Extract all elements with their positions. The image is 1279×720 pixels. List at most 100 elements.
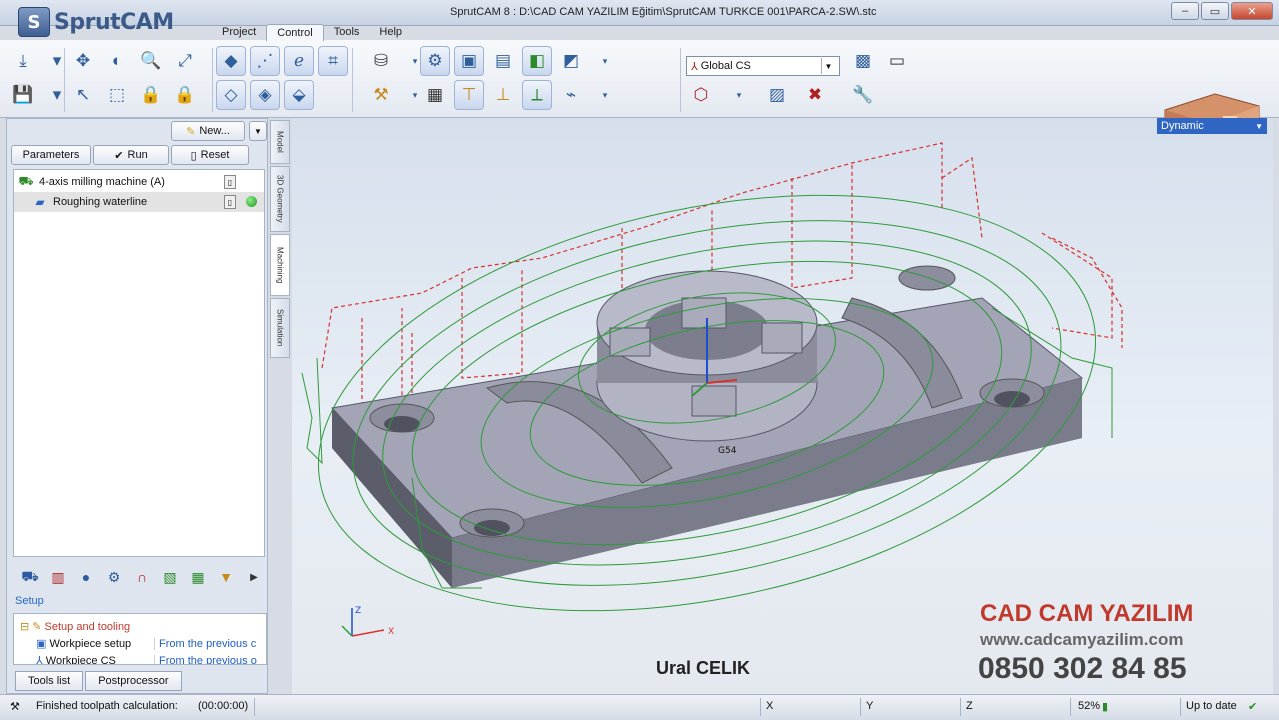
setup-row[interactable]: ▣ Workpiece setup From the previous c bbox=[14, 635, 266, 652]
tool-assembly-icon[interactable]: ⊥ bbox=[488, 80, 518, 110]
tab-postprocessor[interactable]: Postprocessor bbox=[85, 671, 182, 691]
tab-machining[interactable]: Machining bbox=[270, 234, 290, 296]
tab-model[interactable]: Model bbox=[270, 120, 290, 164]
machine-icon: ⛟ bbox=[18, 174, 34, 188]
setup-row[interactable]: ⊟ ✎ Setup and tooling bbox=[14, 618, 266, 635]
setup-row-value[interactable]: From the previous o bbox=[154, 654, 266, 664]
cylinder-icon[interactable]: ⛁ bbox=[366, 46, 396, 76]
pdf-export-icon[interactable]: ⬡ bbox=[686, 80, 716, 110]
toolbar-separator bbox=[352, 48, 353, 112]
app-logo: S SprutCAM bbox=[18, 3, 208, 41]
status-separator bbox=[860, 698, 861, 716]
tool-icon[interactable]: ⚒ bbox=[366, 80, 396, 110]
ribbon-toolbar: ⤓ ▾ 💾 ▾ ✥ ◐ 🔍 ⤢ ↖ ⬚ 🔒 🔒 ◆ ⋰ ℯ ⌗ ◇ ◈ ⬙ ⛁ … bbox=[0, 40, 1279, 153]
import-icon[interactable]: ⤓ bbox=[8, 46, 38, 76]
select-icon[interactable]: ↖ bbox=[68, 80, 98, 110]
save-icon[interactable]: 💾 bbox=[8, 80, 38, 110]
reset-button[interactable]: ▯ Reset bbox=[171, 145, 249, 165]
tab-help[interactable]: Help bbox=[369, 24, 412, 41]
stock-icon[interactable]: ▤ bbox=[488, 46, 518, 76]
logo-text: SprutCAM bbox=[54, 9, 174, 35]
minimize-button[interactable]: – bbox=[1171, 2, 1199, 20]
show-points-icon[interactable]: ⋰ bbox=[250, 46, 280, 76]
coord-x-label: X bbox=[766, 700, 774, 712]
machine-icon[interactable]: ▩ bbox=[848, 46, 878, 76]
tree-item-machine[interactable]: ⛟ 4-axis milling machine (A) ▯ bbox=[14, 172, 264, 192]
tab-tools-list[interactable]: Tools list bbox=[15, 671, 84, 691]
tool-library-icon[interactable]: ▥ bbox=[47, 566, 69, 588]
gear-icon[interactable]: ⚙ bbox=[103, 566, 125, 588]
update-ok-icon: ✔ bbox=[1248, 701, 1258, 713]
fit-view-icon[interactable]: ⤢ bbox=[170, 46, 200, 76]
run-button[interactable]: ✔ Run bbox=[93, 145, 169, 165]
dropdown-icon[interactable]: ▾ bbox=[724, 80, 754, 110]
setup-row[interactable]: ⅄ Workpiece CS From the previous o bbox=[14, 652, 266, 664]
status-time: (00:00:00) bbox=[198, 700, 249, 712]
parameters-label: Parameters bbox=[22, 149, 80, 161]
machine-view-icon[interactable]: ⚙ bbox=[420, 46, 450, 76]
machine-settings-icon[interactable]: ⛟ bbox=[19, 566, 41, 588]
window-controls: – ▭ ✕ bbox=[1171, 2, 1273, 20]
lock-disabled-icon[interactable]: 🔒 bbox=[170, 80, 200, 110]
new-operation-button[interactable]: ✎ New... bbox=[171, 121, 245, 141]
close-button[interactable]: ✕ bbox=[1231, 2, 1273, 20]
bottom-tabs: Tools list Postprocessor bbox=[15, 671, 182, 691]
probe-icon[interactable]: ⌁ bbox=[556, 80, 586, 110]
pattern-icon[interactable]: ▧ bbox=[159, 566, 181, 588]
chevron-right-icon[interactable]: ▶ bbox=[243, 566, 265, 588]
toolpath-icon[interactable]: ◩ bbox=[556, 46, 586, 76]
fixture-icon[interactable]: ▣ bbox=[454, 46, 484, 76]
lock-icon[interactable]: ▯ bbox=[224, 195, 236, 209]
part-icon[interactable]: ◧ bbox=[522, 46, 552, 76]
dropdown-icon[interactable]: ▾ bbox=[590, 46, 620, 76]
setup-properties: ⊟ ✎ Setup and tooling ▣ Workpiece setup … bbox=[13, 613, 267, 665]
dropdown-icon[interactable]: ▾ bbox=[590, 80, 620, 110]
show-faces-icon[interactable]: ◈ bbox=[250, 80, 280, 110]
grid-icon[interactable]: ▦ bbox=[187, 566, 209, 588]
reset-icon: ▯ bbox=[190, 149, 197, 162]
chevron-down-icon: ▼ bbox=[821, 58, 835, 74]
status-separator bbox=[254, 698, 255, 716]
setup-row-value[interactable]: From the previous c bbox=[154, 637, 266, 650]
maximize-button[interactable]: ▭ bbox=[1201, 2, 1229, 20]
show-model-icon[interactable]: ◆ bbox=[216, 46, 246, 76]
delete-report-icon[interactable]: ✖ bbox=[800, 80, 830, 110]
vertical-tabs: Model 3D Geometry Machining Simulation bbox=[270, 120, 290, 360]
lock-view-icon[interactable]: 🔒 bbox=[136, 80, 166, 110]
tab-3d-geometry[interactable]: 3D Geometry bbox=[270, 166, 290, 232]
tab-simulation[interactable]: Simulation bbox=[270, 298, 290, 358]
3d-viewport[interactable]: G54 Z X CAD CAM YAZILIM www.cadcamyazili… bbox=[292, 118, 1273, 694]
path-icon[interactable]: ∩ bbox=[131, 566, 153, 588]
view-mode-select[interactable]: Dynamic ▼ bbox=[1157, 118, 1267, 134]
parameters-button[interactable]: Parameters bbox=[11, 145, 91, 165]
show-mesh-icon[interactable]: ⌗ bbox=[318, 46, 348, 76]
setup-row-name: Setup and tooling bbox=[44, 621, 131, 633]
author-watermark: Ural CELIK bbox=[656, 658, 751, 678]
holder-icon[interactable]: ▦ bbox=[420, 80, 450, 110]
axis-x-label: X bbox=[388, 627, 394, 637]
filter-icon[interactable]: ▼ bbox=[215, 566, 237, 588]
pan-icon[interactable]: ✥ bbox=[68, 46, 98, 76]
coordinate-icon[interactable]: ⟂ bbox=[522, 80, 552, 110]
monitor-icon[interactable]: ▭ bbox=[882, 46, 912, 76]
rotate-view-icon[interactable]: ◐ bbox=[102, 46, 132, 76]
new-icon: ✎ bbox=[186, 125, 196, 138]
box-select-icon[interactable]: ⬚ bbox=[102, 80, 132, 110]
zoom-icon[interactable]: 🔍 bbox=[136, 46, 166, 76]
lock-icon[interactable]: ▯ bbox=[224, 175, 236, 189]
tab-control[interactable]: Control bbox=[266, 24, 324, 41]
tab-tools[interactable]: Tools bbox=[324, 24, 370, 41]
sphere-icon[interactable]: ● bbox=[75, 566, 97, 588]
show-curves-icon[interactable]: ℯ bbox=[284, 46, 314, 76]
window-title: SprutCAM 8 : D:\CAD CAM YAZILIM Eğitim\S… bbox=[450, 6, 877, 18]
show-edges-icon[interactable]: ⬙ bbox=[284, 80, 314, 110]
check-icon: ✔ bbox=[114, 149, 124, 162]
new-dropdown-button[interactable]: ▼ bbox=[249, 121, 267, 141]
coordinate-system-select[interactable]: ⅄ Global CS ▼ bbox=[686, 56, 840, 76]
spindle-icon[interactable]: ⊤ bbox=[454, 80, 484, 110]
tab-project[interactable]: Project bbox=[212, 24, 266, 41]
report-icon[interactable]: ▨ bbox=[762, 80, 792, 110]
settings-wrench-icon[interactable]: 🔧 bbox=[848, 80, 878, 110]
show-solid-icon[interactable]: ◇ bbox=[216, 80, 246, 110]
tree-item-roughing-waterline[interactable]: ▰ Roughing waterline ▯ bbox=[14, 192, 264, 212]
